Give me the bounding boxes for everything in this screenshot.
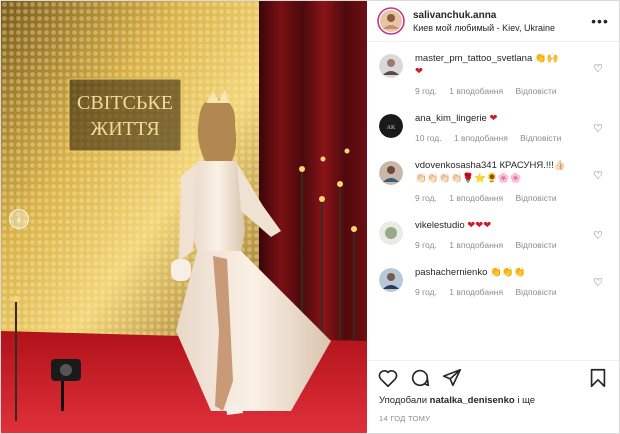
post-timestamp[interactable]: 14 ГОД ТОМУ [367,406,619,433]
photo-illustration: СВІТСЬКЕ ЖИТТЯ [1,1,367,433]
author-avatar-image [377,7,405,35]
comment-meta: 10 год. 1 вподобання Відповісти [415,133,589,143]
comment-likes[interactable]: 1 вподобання [454,133,508,143]
heart-icon [378,370,398,388]
comment-item: AK ana_kim_lingerie ❤ 10 год. 1 вподобан… [367,108,619,143]
reply-button[interactable]: Відповісти [515,287,556,297]
post-actions [367,360,619,395]
like-button[interactable] [377,367,399,389]
post-location[interactable]: Киев мой любимый - Kiev, Ukraine [413,23,591,33]
comment-time: 9 год. [415,86,437,96]
author-avatar[interactable] [377,7,405,35]
commenter-username[interactable]: pashachernienko [415,267,487,278]
commenter-username[interactable]: ana_kim_lingerie [415,113,487,124]
comment-item: master_pm_tattoo_svetlana 👏🙌 ❤ 9 год. 1 … [367,48,619,96]
author-username[interactable]: salivanchuk.anna [413,10,591,21]
comment-content: ❤❤❤ [467,220,492,231]
comment-content: ❤ [489,113,498,124]
comment-text: vdovenkosasha341 КРАСУНЯ.!!!👍🏻 👏🏻👏🏻👏🏻👏🏻🌹… [415,159,589,185]
comment-content-line2: 👏🏻👏🏻👏🏻👏🏻🌹⭐🌻🌸🌸 [415,173,522,184]
post-photo[interactable]: СВІТСЬКЕ ЖИТТЯ ‹ [1,1,367,433]
comment-text: pashachernienko 👏👏👏 [415,266,589,279]
commenter-username[interactable]: master_pm_tattoo_svetlana [415,53,532,64]
commenter-avatar[interactable] [379,54,403,78]
heart-icon[interactable]: ♡ [593,62,603,75]
comment-meta: 9 год. 1 вподобання Відповісти [415,86,589,96]
commenter-username[interactable]: vikelestudio [415,220,465,231]
comment-meta: 9 год. 1 вподобання Відповісти [415,240,589,250]
chevron-left-icon: ‹ [17,212,21,226]
liked-by-others[interactable]: і ще [517,395,535,406]
heart-icon[interactable]: ♡ [593,122,603,135]
comments-list: master_pm_tattoo_svetlana 👏🙌 ❤ 9 год. 1 … [367,42,619,360]
reply-button[interactable]: Відповісти [515,86,556,96]
heart-icon[interactable]: ♡ [593,229,603,242]
svg-text:AK: AK [387,125,396,131]
comment-time: 9 год. [415,193,437,203]
commenter-avatar[interactable] [379,161,403,185]
liked-by-prefix: Уподобали [379,395,428,406]
comment-body: pashachernienko 👏👏👏 9 год. 1 вподобання … [415,266,589,297]
comment-time: 9 год. [415,240,437,250]
comment-time: 10 год. [415,133,442,143]
instagram-post: СВІТСЬКЕ ЖИТТЯ ‹ salivanchuk.anna Киев м… [0,0,620,434]
comment-likes[interactable]: 1 вподобання [449,287,503,297]
bookmark-icon [590,368,606,388]
liked-by-user[interactable]: natalka_denisenko [430,395,515,406]
comment-likes[interactable]: 1 вподобання [449,193,503,203]
comment-item: vdovenkosasha341 КРАСУНЯ.!!!👍🏻 👏🏻👏🏻👏🏻👏🏻🌹… [367,155,619,203]
share-button[interactable] [441,367,463,389]
comment-content-line2: ❤ [415,66,423,77]
comment-meta: 9 год. 1 вподобання Відповісти [415,193,589,203]
sign-line1: СВІТСЬКЕ [77,92,173,114]
comment-body: vikelestudio ❤❤❤ 9 год. 1 вподобання Від… [415,219,589,250]
comment-likes[interactable]: 1 вподобання [449,86,503,96]
comment-text: master_pm_tattoo_svetlana 👏🙌 ❤ [415,52,589,78]
comment-content: КРАСУНЯ.!!!👍🏻 [499,160,566,171]
comment-body: vdovenkosasha341 КРАСУНЯ.!!!👍🏻 👏🏻👏🏻👏🏻👏🏻🌹… [415,159,589,203]
comment-likes[interactable]: 1 вподобання [449,240,503,250]
comment-button[interactable] [409,367,431,389]
save-button[interactable] [587,367,609,389]
comment-time: 9 год. [415,287,437,297]
more-icon: ••• [591,13,609,29]
comment-meta: 9 год. 1 вподобання Відповісти [415,287,589,297]
post-side-panel: salivanchuk.anna Киев мой любимый - Kiev… [367,1,619,433]
comment-item: pashachernienko 👏👏👏 9 год. 1 вподобання … [367,262,619,297]
post-header-text: salivanchuk.anna Киев мой любимый - Kiev… [413,10,591,33]
comment-content: 👏🙌 [534,53,559,64]
commenter-username[interactable]: vdovenkosasha341 [415,160,497,171]
reply-button[interactable]: Відповісти [515,240,556,250]
comment-body: ana_kim_lingerie ❤ 10 год. 1 вподобання … [415,112,589,143]
comment-item: vikelestudio ❤❤❤ 9 год. 1 вподобання Від… [367,215,619,250]
share-icon [442,368,462,387]
comment-text: ana_kim_lingerie ❤ [415,112,589,125]
sign-line2: ЖИТТЯ [90,118,159,140]
commenter-avatar[interactable] [379,221,403,245]
comment-body: master_pm_tattoo_svetlana 👏🙌 ❤ 9 год. 1 … [415,52,589,96]
commenter-avatar[interactable]: AK [379,114,403,138]
post-header: salivanchuk.anna Киев мой любимый - Kiev… [367,1,619,42]
commenter-avatar[interactable] [379,268,403,292]
previous-photo-button[interactable]: ‹ [9,209,29,229]
comment-text: vikelestudio ❤❤❤ [415,219,589,232]
reply-button[interactable]: Відповісти [515,193,556,203]
heart-icon[interactable]: ♡ [593,169,603,182]
more-options-button[interactable]: ••• [591,13,609,29]
liked-by: Уподобали natalka_denisenko і ще [367,395,619,406]
comment-content: 👏👏👏 [490,267,526,278]
reply-button[interactable]: Відповісти [520,133,561,143]
heart-icon[interactable]: ♡ [593,276,603,289]
comment-icon [411,369,430,387]
